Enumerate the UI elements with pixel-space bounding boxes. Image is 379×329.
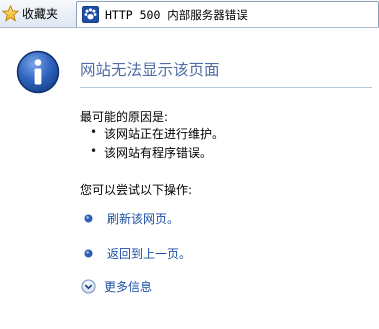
browser-toolbar: 收藏夹 HTTP 500 内部服务器错误 <box>0 0 379 28</box>
refresh-page-label[interactable]: 刷新该网页。 <box>107 210 179 227</box>
go-back-label[interactable]: 返回到上一页。 <box>107 245 191 262</box>
bullet-icon <box>84 214 93 223</box>
cause-item: 该网站正在进行维护。 <box>90 125 224 142</box>
causes-title: 最可能的原因是: <box>80 110 169 124</box>
refresh-page-link[interactable]: 刷新该网页。 <box>84 210 179 227</box>
info-icon <box>16 50 60 94</box>
paw-icon <box>82 6 99 23</box>
chevron-down-icon <box>81 279 96 294</box>
actions-title: 您可以尝试以下操作: <box>80 183 193 197</box>
bullet-icon <box>84 249 93 258</box>
error-heading: 网站无法显示该页面 <box>80 61 220 79</box>
more-info-link[interactable]: 更多信息 <box>81 278 152 295</box>
favorites-label: 收藏夹 <box>22 6 59 21</box>
tab-title: HTTP 500 内部服务器错误 <box>105 7 248 22</box>
star-icon <box>2 4 19 22</box>
divider <box>80 87 372 88</box>
go-back-link[interactable]: 返回到上一页。 <box>84 245 191 262</box>
tab-http-500[interactable]: HTTP 500 内部服务器错误 <box>76 1 379 27</box>
more-info-label[interactable]: 更多信息 <box>104 278 152 295</box>
favorites-button[interactable]: 收藏夹 <box>2 3 70 23</box>
cause-item: 该网站有程序错误。 <box>90 144 212 161</box>
